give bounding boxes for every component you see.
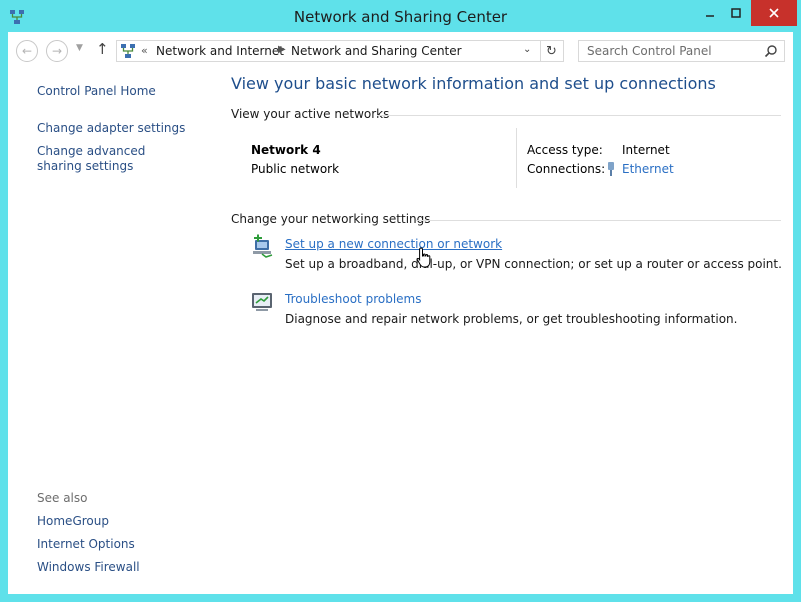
forward-arrow-icon: → [51,44,63,58]
refresh-button[interactable]: ↻ [540,40,564,62]
active-networks-heading: View your active networks [231,107,390,121]
address-dropdown-icon[interactable]: ⌄ [523,44,531,55]
minimize-button[interactable] [697,0,723,26]
troubleshoot-problems-link[interactable]: Troubleshoot problems [285,292,421,306]
page-title: View your basic network information and … [231,74,716,93]
troubleshoot-problems-description: Diagnose and repair network problems, or… [285,312,738,326]
sidebar-item-change-adapter-settings[interactable]: Change adapter settings [37,121,185,136]
networking-settings-heading: Change your networking settings [231,212,431,226]
up-button[interactable]: ↑ [96,40,112,60]
access-type-label: Access type: [527,143,603,157]
setup-new-connection-description: Set up a broadband, dial-up, or VPN conn… [285,257,782,271]
maximize-icon [731,8,741,18]
window-title: Network and Sharing Center [293,8,508,26]
see-also-windows-firewall[interactable]: Windows Firewall [37,560,140,575]
refresh-icon: ↻ [546,43,557,59]
close-icon [769,8,779,18]
search-box[interactable]: Search Control Panel [578,40,785,62]
maximize-button[interactable] [723,0,749,26]
new-connection-icon [253,234,273,258]
chevron-down-icon: ▼ [76,43,83,53]
back-button[interactable]: ← [16,40,38,62]
see-also-heading: See also [37,491,88,505]
troubleshoot-icon [252,293,272,311]
title-bar: Network and Sharing Center [0,0,801,32]
see-also-homegroup[interactable]: HomeGroup [37,514,109,529]
network-sharing-center-window: Network and Sharing Center ← → ▼ ↑ « Net… [0,0,801,602]
close-button[interactable] [751,0,797,26]
network-location-icon [121,44,135,58]
content-pane: Control Panel Home Change adapter settin… [8,70,793,594]
breadcrumb-separator-icon[interactable]: ▶ [278,44,286,55]
search-icon[interactable] [764,44,778,58]
breadcrumb-network-and-internet[interactable]: Network and Internet [156,44,284,58]
up-arrow-icon: ↑ [96,40,109,58]
connections-label: Connections: [527,162,606,176]
setup-new-connection-link[interactable]: Set up a new connection or network [285,237,502,251]
sidebar-item-change-advanced-sharing-settings[interactable]: Change advanced sharing settings [37,144,187,174]
recent-locations-button[interactable]: ▼ [76,43,83,53]
network-name: Network 4 [251,143,321,157]
section-divider [377,115,781,116]
access-type-value: Internet [622,143,670,157]
address-overflow-chevron[interactable]: « [141,44,148,57]
see-also-internet-options[interactable]: Internet Options [37,537,135,552]
back-arrow-icon: ← [21,44,33,58]
breadcrumb-network-and-sharing-center[interactable]: Network and Sharing Center [291,44,462,58]
address-bar[interactable]: « Network and Internet ▶ Network and Sha… [116,40,541,62]
vertical-divider [516,128,517,188]
hand-pointer-cursor-icon [416,247,431,268]
ethernet-connection-link[interactable]: Ethernet [622,162,674,176]
network-category: Public network [251,162,340,176]
navigation-toolbar: ← → ▼ ↑ « Network and Internet ▶ Network… [8,32,793,70]
section-divider [416,220,781,221]
minimize-icon [706,15,714,17]
search-input[interactable]: Search Control Panel [587,44,712,58]
sidebar-item-control-panel-home[interactable]: Control Panel Home [37,84,156,99]
ethernet-icon [608,162,614,176]
forward-button[interactable]: → [46,40,68,62]
